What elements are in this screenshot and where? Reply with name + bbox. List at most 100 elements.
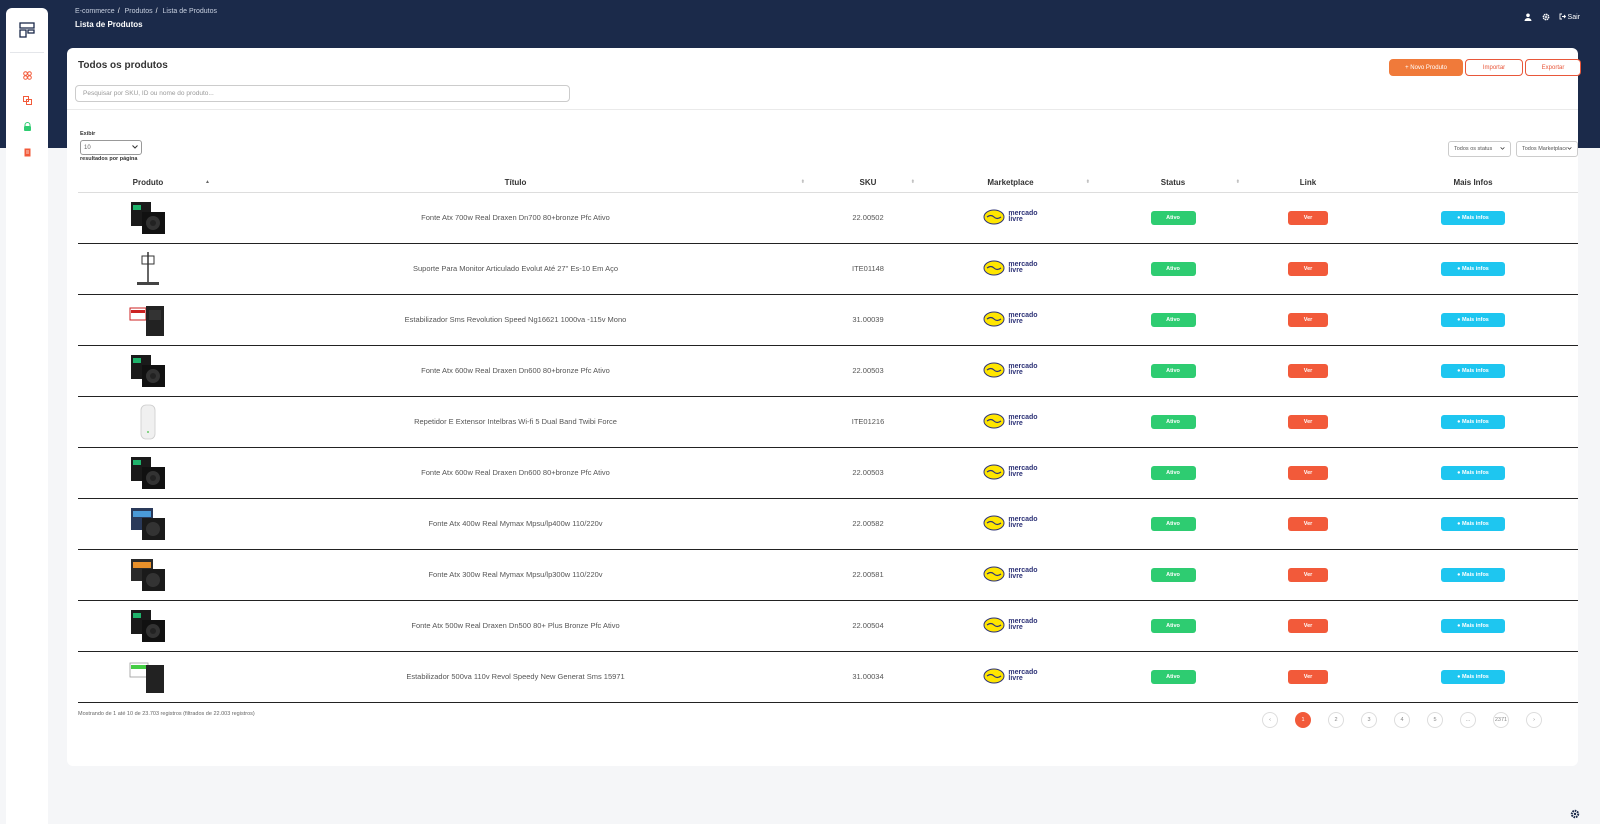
view-link-button[interactable]: Ver <box>1288 261 1328 276</box>
more-info-button[interactable]: ● Mais infos <box>1441 363 1505 378</box>
product-sku: 31.00034 <box>813 651 923 703</box>
marketplace-text: livre <box>1008 368 1023 376</box>
page-size-select[interactable]: 10 <box>80 140 142 155</box>
gear-icon[interactable] <box>1541 12 1551 22</box>
status-badge[interactable]: Ativo <box>1150 210 1196 225</box>
more-info-button[interactable]: ● Mais infos <box>1441 210 1505 225</box>
more-info-button[interactable]: ● Mais infos <box>1441 261 1505 276</box>
mercado-livre-logo: mercado livre <box>983 464 1038 480</box>
pagination-page[interactable]: 1 <box>1295 712 1311 728</box>
more-info-button[interactable]: ● Mais infos <box>1441 414 1505 429</box>
logout-button[interactable]: Sair <box>1559 13 1580 22</box>
product-image[interactable] <box>78 657 218 697</box>
product-title: Fonte Atx 600w Real Draxen Dn600 80+bron… <box>218 447 813 499</box>
product-image-cell <box>78 600 218 652</box>
breadcrumb-item[interactable]: E-commerce <box>75 8 115 15</box>
chevron-right-icon: › <box>1533 717 1535 723</box>
product-image-cell <box>78 447 218 499</box>
pagination-next-button[interactable]: › <box>1526 712 1542 728</box>
link-cell: Ver <box>1248 243 1368 295</box>
per-page-label: resultados por página <box>80 156 138 162</box>
logo-icon[interactable] <box>14 17 40 43</box>
table-row: Fonte Atx 300w Real Mymax Mpsu/lp300w 11… <box>78 549 1578 601</box>
product-title: Suporte Para Monitor Articulado Evolut A… <box>218 243 813 295</box>
product-image[interactable] <box>78 555 218 595</box>
pagination-page[interactable]: 2371 <box>1493 712 1509 728</box>
more-info-cell: ● Mais infos <box>1368 294 1578 346</box>
column-header-title[interactable]: Título ⬍ <box>218 174 813 193</box>
status-badge[interactable]: Ativo <box>1150 516 1196 531</box>
product-image-cell <box>78 549 218 601</box>
view-link-button[interactable]: Ver <box>1288 414 1328 429</box>
product-image[interactable] <box>78 249 218 289</box>
marketplace-text: livre <box>1008 521 1023 529</box>
column-header-marketplace[interactable]: Marketplace ⬍ <box>923 174 1098 193</box>
product-title: Fonte Atx 600w Real Draxen Dn600 80+bron… <box>218 345 813 397</box>
product-image[interactable] <box>78 351 218 391</box>
view-link-button[interactable]: Ver <box>1288 669 1328 684</box>
view-link-button[interactable]: Ver <box>1288 465 1328 480</box>
pagination-ellipsis: ... <box>1460 712 1476 728</box>
view-link-button[interactable]: Ver <box>1288 567 1328 582</box>
product-sku: 22.00581 <box>813 549 923 601</box>
grid-icon <box>22 67 32 85</box>
product-image[interactable] <box>78 606 218 646</box>
settings-fab[interactable] <box>1566 806 1584 824</box>
marketplace-text: livre <box>1008 317 1023 325</box>
pagination-page[interactable]: 4 <box>1394 712 1410 728</box>
sidebar-item-security[interactable] <box>17 117 37 137</box>
search-input[interactable] <box>75 85 570 102</box>
product-image[interactable] <box>78 453 218 493</box>
pagination-prev-button[interactable]: ‹ <box>1262 712 1278 728</box>
status-cell: Ativo <box>1098 600 1248 652</box>
sidebar-item-grid[interactable] <box>17 66 37 86</box>
export-button[interactable]: Exportar <box>1525 59 1581 76</box>
product-image[interactable] <box>78 402 218 442</box>
column-header-status[interactable]: Status ⬍ <box>1098 174 1248 193</box>
status-filter-select[interactable]: Todos os status <box>1448 141 1511 157</box>
sidebar-item-products[interactable] <box>17 91 37 111</box>
status-badge[interactable]: Ativo <box>1150 414 1196 429</box>
pagination-page[interactable]: 3 <box>1361 712 1377 728</box>
user-icon[interactable] <box>1523 12 1533 22</box>
link-cell: Ver <box>1248 345 1368 397</box>
more-info-button[interactable]: ● Mais infos <box>1441 312 1505 327</box>
view-link-button[interactable]: Ver <box>1288 363 1328 378</box>
column-header-sku[interactable]: SKU ⬍ <box>813 174 923 193</box>
more-info-button[interactable]: ● Mais infos <box>1441 465 1505 480</box>
marketplace-filter-select[interactable]: Todos Marketplace <box>1516 141 1578 157</box>
mercado-livre-logo: mercado livre <box>983 515 1038 531</box>
status-badge[interactable]: Ativo <box>1150 567 1196 582</box>
status-badge[interactable]: Ativo <box>1150 465 1196 480</box>
status-badge[interactable]: Ativo <box>1150 669 1196 684</box>
import-button[interactable]: Importar <box>1465 59 1523 76</box>
more-info-button[interactable]: ● Mais infos <box>1441 618 1505 633</box>
view-link-button[interactable]: Ver <box>1288 210 1328 225</box>
status-badge[interactable]: Ativo <box>1150 618 1196 633</box>
marketplace-text: livre <box>1008 623 1023 631</box>
more-info-button[interactable]: ● Mais infos <box>1441 567 1505 582</box>
more-info-button[interactable]: ● Mais infos <box>1441 669 1505 684</box>
mercado-livre-logo: mercado livre <box>983 566 1038 582</box>
marketplace-cell: mercado livre <box>923 294 1098 346</box>
marketplace-cell: mercado livre <box>923 498 1098 550</box>
status-badge[interactable]: Ativo <box>1150 261 1196 276</box>
column-header-product[interactable]: Produto ▲ <box>78 174 218 193</box>
pagination-page[interactable]: 2 <box>1328 712 1344 728</box>
view-link-button[interactable]: Ver <box>1288 516 1328 531</box>
new-product-button[interactable]: + Novo Produto <box>1389 59 1463 76</box>
status-badge[interactable]: Ativo <box>1150 312 1196 327</box>
sidebar-item-documents[interactable] <box>17 143 37 163</box>
more-info-button[interactable]: ● Mais infos <box>1441 516 1505 531</box>
link-cell: Ver <box>1248 549 1368 601</box>
chevron-down-icon <box>1567 146 1572 152</box>
view-link-button[interactable]: Ver <box>1288 312 1328 327</box>
product-image[interactable] <box>78 300 218 340</box>
view-link-button[interactable]: Ver <box>1288 618 1328 633</box>
pagination-page[interactable]: 5 <box>1427 712 1443 728</box>
breadcrumb-item[interactable]: Produtos <box>125 8 153 15</box>
marketplace-text: livre <box>1008 674 1023 682</box>
product-image[interactable] <box>78 198 218 238</box>
status-badge[interactable]: Ativo <box>1150 363 1196 378</box>
product-image[interactable] <box>78 504 218 544</box>
